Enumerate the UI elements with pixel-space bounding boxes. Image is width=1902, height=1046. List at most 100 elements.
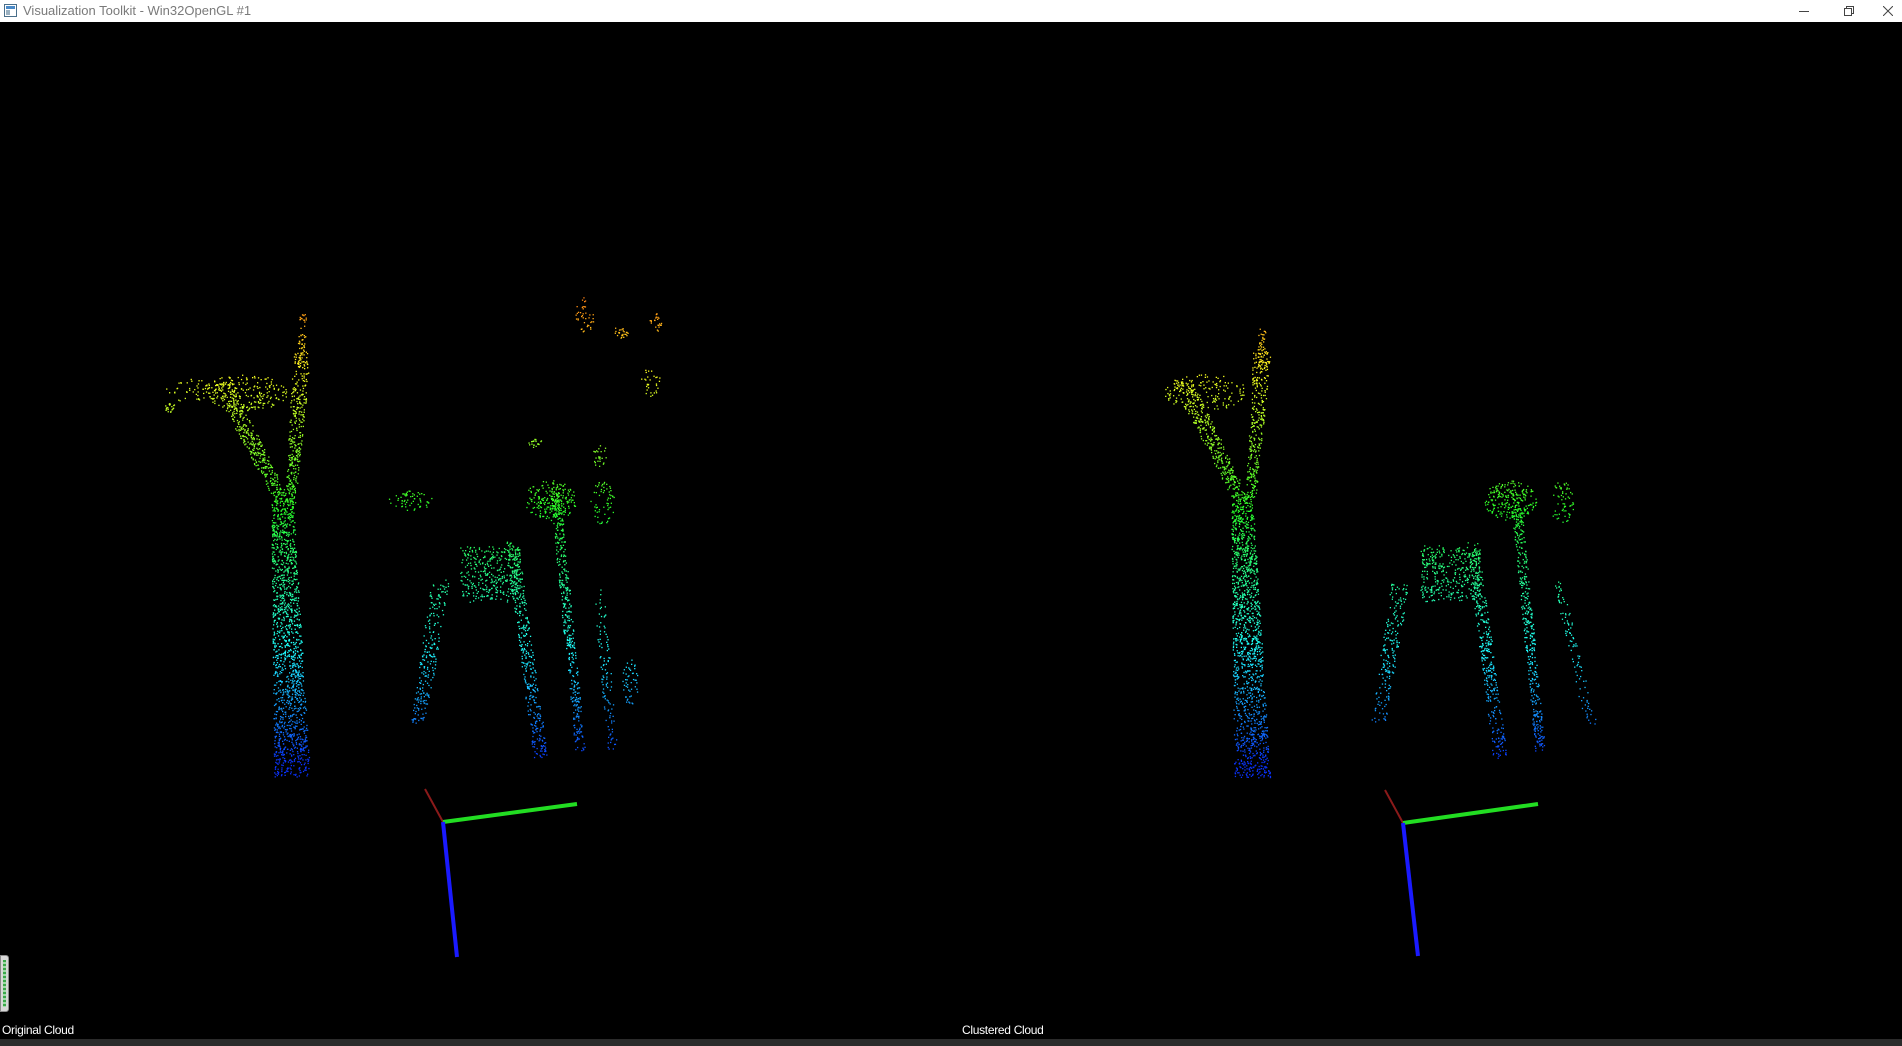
cloud-point bbox=[488, 591, 490, 594]
cloud-point bbox=[297, 665, 299, 667]
cloud-point bbox=[285, 393, 287, 395]
cloud-point bbox=[468, 585, 470, 587]
cloud-point bbox=[282, 691, 285, 693]
cloud-point bbox=[575, 709, 577, 711]
cloud-point bbox=[281, 513, 283, 515]
cloud-point bbox=[224, 393, 226, 395]
cloud-point bbox=[280, 563, 282, 565]
cloud-point bbox=[511, 549, 514, 551]
cloud-point bbox=[277, 491, 280, 493]
cloud-point bbox=[266, 459, 269, 462]
cloud-point bbox=[246, 378, 248, 380]
cloud-point bbox=[259, 402, 261, 404]
restore-button[interactable] bbox=[1830, 0, 1868, 22]
cloud-point bbox=[574, 691, 576, 693]
cloud-point bbox=[601, 668, 604, 670]
cloud-point bbox=[253, 449, 255, 451]
cloud-point bbox=[298, 671, 300, 673]
cloud-point bbox=[280, 700, 283, 702]
cloud-point bbox=[496, 576, 498, 579]
cloud-point bbox=[536, 715, 538, 717]
cloud-point bbox=[1247, 663, 1249, 666]
render-canvas[interactable] bbox=[0, 22, 1902, 1039]
cloud-point bbox=[292, 567, 294, 569]
cloud-point bbox=[1250, 527, 1252, 530]
cloud-point bbox=[279, 750, 282, 752]
cloud-point bbox=[298, 413, 300, 415]
render-window[interactable]: Original Cloud Clustered Cloud bbox=[0, 22, 1902, 1039]
cloud-point bbox=[1263, 735, 1266, 738]
cloud-point bbox=[527, 687, 529, 689]
cloud-point bbox=[1255, 594, 1257, 596]
cloud-point bbox=[660, 324, 662, 326]
cloud-point bbox=[561, 571, 563, 573]
cloud-point bbox=[509, 552, 511, 554]
cloud-point bbox=[572, 658, 574, 660]
cloud-point bbox=[290, 543, 292, 545]
cloud-point bbox=[525, 696, 527, 698]
cloud-point bbox=[277, 763, 279, 765]
cloud-point bbox=[608, 657, 610, 659]
cloud-point bbox=[296, 455, 298, 457]
cloud-point bbox=[555, 508, 557, 510]
cloud-point bbox=[532, 654, 534, 656]
minimize-button[interactable] bbox=[1785, 0, 1823, 22]
cloud-point bbox=[1253, 547, 1256, 549]
cloud-point bbox=[596, 511, 598, 513]
cloud-point bbox=[556, 561, 559, 564]
cloud-point bbox=[293, 648, 295, 650]
cloud-point bbox=[632, 672, 634, 674]
cloud-point bbox=[426, 506, 428, 508]
cloud-point bbox=[598, 511, 600, 513]
cloud-point bbox=[298, 718, 301, 721]
cloud-point bbox=[283, 571, 285, 573]
cloud-point bbox=[625, 696, 627, 698]
cloud-point bbox=[300, 713, 302, 716]
cloud-point bbox=[272, 560, 274, 563]
cloud-point bbox=[297, 699, 299, 702]
cloud-point bbox=[291, 499, 293, 501]
cloud-point bbox=[568, 634, 570, 636]
cloud-point bbox=[618, 332, 620, 334]
cloud-point bbox=[563, 632, 566, 634]
cloud-point bbox=[441, 591, 443, 593]
cloud-point bbox=[237, 403, 239, 405]
cloud-point bbox=[285, 396, 287, 398]
cloud-point bbox=[275, 598, 277, 601]
cloud-point bbox=[1244, 762, 1246, 764]
cloud-point bbox=[496, 592, 498, 594]
cloud-point bbox=[292, 442, 294, 444]
cloud-point bbox=[468, 593, 470, 595]
cloud-point bbox=[541, 750, 543, 752]
close-button[interactable] bbox=[1873, 0, 1902, 22]
cloud-point bbox=[233, 391, 235, 393]
cloud-point bbox=[501, 555, 503, 558]
cloud-point bbox=[509, 544, 511, 546]
cloud-point bbox=[500, 558, 502, 560]
cloud-point bbox=[277, 515, 279, 517]
cloud-point bbox=[197, 391, 199, 393]
cloud-point bbox=[270, 383, 273, 385]
cloud-point bbox=[290, 440, 292, 442]
cloud-point bbox=[482, 563, 484, 565]
cloud-point bbox=[515, 572, 518, 574]
cloud-point bbox=[239, 407, 241, 409]
cloud-point bbox=[186, 382, 188, 384]
cloud-point bbox=[272, 583, 274, 585]
cloud-point bbox=[298, 701, 300, 704]
cloud-point bbox=[600, 666, 602, 668]
cloud-point bbox=[388, 498, 391, 500]
cloud-point bbox=[578, 720, 580, 722]
cloud-point bbox=[572, 646, 574, 648]
cloud-point bbox=[293, 391, 295, 393]
cloud-point bbox=[283, 524, 286, 526]
cloud-point bbox=[244, 429, 246, 431]
window-titlebar[interactable]: Visualization Toolkit - Win32OpenGL #1 bbox=[0, 0, 1902, 22]
cloud-point bbox=[238, 423, 240, 425]
cloud-point bbox=[1239, 500, 1241, 502]
cloud-point bbox=[228, 405, 230, 407]
cloud-point bbox=[240, 435, 242, 437]
cloud-point bbox=[565, 629, 567, 631]
cloud-point bbox=[283, 754, 285, 756]
cloud-point bbox=[296, 751, 299, 753]
